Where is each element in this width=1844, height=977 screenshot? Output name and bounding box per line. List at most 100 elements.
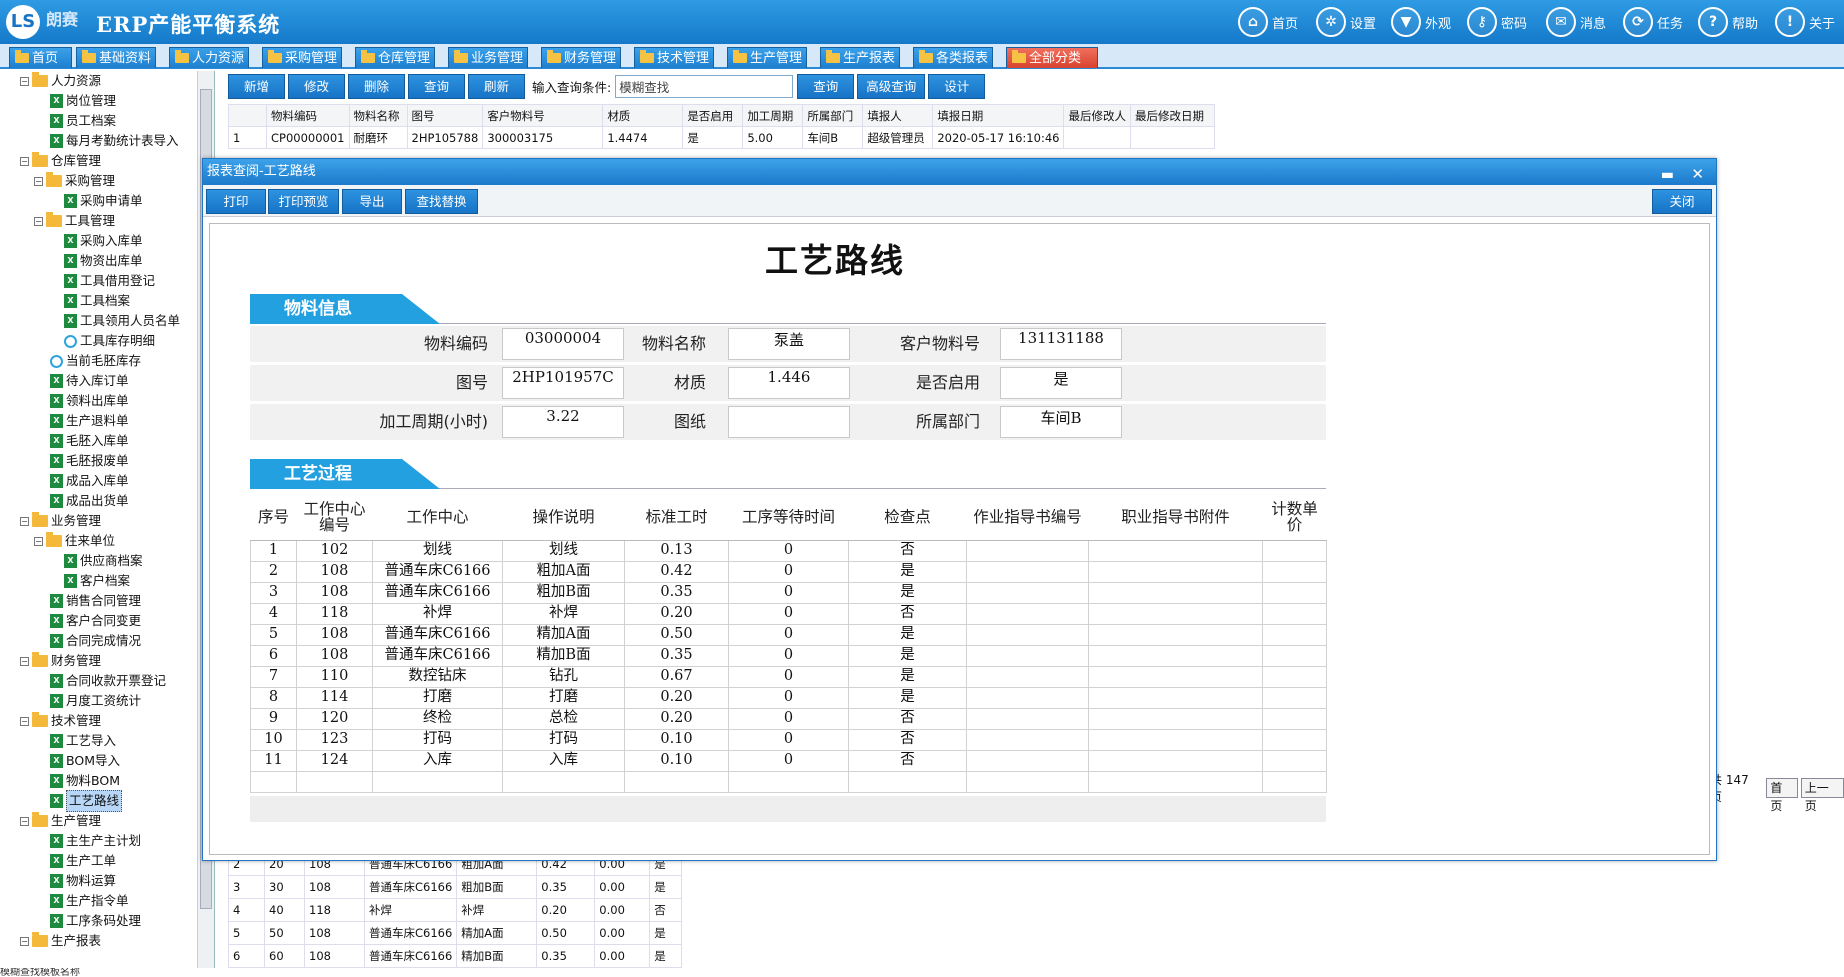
- top-action-4[interactable]: ✉ 消息: [1546, 6, 1606, 38]
- table-row[interactable]: [250, 770, 1327, 793]
- table-row[interactable]: 9 120 终检 总检 0.20 0 否: [250, 707, 1327, 730]
- collapse-icon[interactable]: −: [34, 216, 43, 226]
- tree-item[interactable]: X 客户合同变更: [50, 611, 141, 631]
- table-header[interactable]: 材质: [602, 104, 684, 127]
- collapse-icon[interactable]: −: [20, 156, 29, 166]
- dialog-tool-button-3[interactable]: 查找替换: [405, 189, 478, 214]
- menu-tab-11[interactable]: 全部分类: [1006, 47, 1098, 68]
- tree-item[interactable]: X 工具档案: [64, 291, 130, 311]
- tree-item[interactable]: X 销售合同管理: [50, 591, 141, 611]
- table-header[interactable]: 客户物料号: [482, 104, 604, 127]
- table-row[interactable]: 10 123 打码 打码 0.10 0 否: [250, 728, 1327, 751]
- tree-item[interactable]: X 月度工资统计: [50, 691, 141, 711]
- table-header[interactable]: 所属部门: [802, 104, 864, 127]
- tree-item[interactable]: − 生产报表: [20, 931, 101, 951]
- tree-item[interactable]: X 工具领用人员名单: [64, 311, 180, 331]
- tree-item[interactable]: − 工具管理: [34, 211, 115, 231]
- table-row[interactable]: 5 108 普通车床C6166 精加A面 0.50 0 是: [250, 623, 1327, 646]
- tree-item[interactable]: X 采购申请单: [64, 191, 143, 211]
- table-header[interactable]: 物料编码: [266, 104, 350, 127]
- table-header[interactable]: 图号: [406, 104, 484, 127]
- table-header[interactable]: [228, 104, 267, 127]
- tree-item[interactable]: X 成品入库单: [50, 471, 129, 491]
- table-row[interactable]: 1 CP00000001 耐磨环 2HP105788 300003175 1.4474 是 5…: [228, 126, 1215, 149]
- table-header[interactable]: 最后修改日期: [1129, 104, 1215, 127]
- tree-item[interactable]: − 人力资源: [20, 71, 101, 91]
- menu-tab-9[interactable]: 生产报表: [820, 47, 900, 68]
- table-header[interactable]: 是否启用: [682, 104, 744, 127]
- table-row[interactable]: 2 108 普通车床C6166 粗加A面 0.42 0 是: [250, 560, 1327, 583]
- tree-item[interactable]: X 合同完成情况: [50, 631, 141, 651]
- dialog-tool-button-2[interactable]: 导出: [342, 189, 402, 214]
- tree-item[interactable]: X 物资出库单: [64, 251, 143, 271]
- tree-item[interactable]: X 供应商档案: [64, 551, 143, 571]
- tree-item[interactable]: − 采购管理: [34, 171, 115, 191]
- menu-tab-3[interactable]: 采购管理: [262, 47, 342, 68]
- close-icon[interactable]: ✕: [1691, 161, 1704, 187]
- table-row[interactable]: 7 110 数控钻床 钻孔 0.67 0 是: [250, 665, 1327, 688]
- table-row[interactable]: 11 124 入库 入库 0.10 0 否: [250, 749, 1327, 772]
- prev-page-button[interactable]: 上一页: [1800, 778, 1844, 813]
- tree-item[interactable]: 工具库存明细: [64, 331, 155, 351]
- table-header[interactable]: 填报日期: [932, 104, 1065, 127]
- top-action-6[interactable]: ? 帮助: [1698, 6, 1758, 38]
- collapse-icon[interactable]: −: [20, 76, 29, 86]
- menu-tab-5[interactable]: 业务管理: [448, 47, 528, 68]
- tree-item[interactable]: 当前毛胚库存: [50, 351, 141, 371]
- menu-tab-6[interactable]: 财务管理: [541, 47, 621, 68]
- menu-tab-10[interactable]: 各类报表: [913, 47, 993, 68]
- collapse-icon[interactable]: −: [34, 176, 43, 186]
- tree-item[interactable]: X 工具借用登记: [64, 271, 155, 291]
- table-header[interactable]: 最后修改人: [1063, 104, 1131, 127]
- tree-item[interactable]: X 生产退料单: [50, 411, 129, 431]
- search-input[interactable]: [615, 75, 794, 98]
- tree-item[interactable]: X 合同收款开票登记: [50, 671, 166, 691]
- toolbar-button-3[interactable]: 查询: [408, 74, 465, 99]
- tree-item[interactable]: X 每月考勤统计表导入: [50, 131, 179, 151]
- table-row[interactable]: 4 118 补焊 补焊 0.20 0 否: [250, 602, 1327, 625]
- tree-item[interactable]: X 毛胚入库单: [50, 431, 129, 451]
- tree-item[interactable]: − 仓库管理: [20, 151, 101, 171]
- top-action-0[interactable]: ⌂ 首页: [1238, 6, 1298, 38]
- tree-item[interactable]: − 业务管理: [20, 511, 101, 531]
- table-row[interactable]: 8 114 打磨 打磨 0.20 0 是: [250, 686, 1327, 709]
- collapse-icon[interactable]: −: [20, 656, 29, 666]
- tree-item[interactable]: − 往来单位: [34, 531, 115, 551]
- tree-item[interactable]: X 员工档案: [50, 111, 116, 131]
- toolbar-right-button-0[interactable]: 查询: [797, 74, 855, 99]
- tree-item[interactable]: − 生产管理: [20, 811, 101, 831]
- menu-tab-4[interactable]: 仓库管理: [355, 47, 435, 68]
- collapse-icon[interactable]: −: [20, 516, 29, 526]
- collapse-icon[interactable]: −: [20, 936, 29, 946]
- toolbar-button-2[interactable]: 删除: [348, 74, 405, 99]
- table-row[interactable]: 1 102 划线 划线 0.13 0 否: [250, 539, 1327, 562]
- table-row[interactable]: 6 60 108 普通车床C6166 精加B面 0.35 0.00 是: [228, 944, 683, 968]
- menu-tab-2[interactable]: 人力资源: [169, 47, 249, 68]
- tree-item[interactable]: X 工艺路线: [50, 790, 123, 812]
- tree-item[interactable]: X 生产工单: [50, 851, 116, 871]
- tree-item[interactable]: X 采购入库单: [64, 231, 143, 251]
- first-page-button[interactable]: 首页: [1766, 778, 1798, 813]
- toolbar-button-0[interactable]: 新增: [228, 74, 285, 99]
- table-header[interactable]: 加工周期: [742, 104, 804, 127]
- tree-item[interactable]: X 岗位管理: [50, 91, 116, 111]
- table-row[interactable]: 4 40 118 补焊 补焊 0.20 0.00 否: [228, 898, 683, 922]
- tree-item[interactable]: X 工艺导入: [50, 731, 116, 751]
- tree-item[interactable]: X 主生产主计划: [50, 831, 141, 851]
- toolbar-right-button-1[interactable]: 高级查询: [857, 74, 926, 99]
- toolbar-button-1[interactable]: 修改: [288, 74, 345, 99]
- menu-tab-7[interactable]: 技术管理: [634, 47, 714, 68]
- menu-tab-8[interactable]: 生产管理: [727, 47, 807, 68]
- tree-item[interactable]: X BOM导入: [50, 751, 120, 771]
- tree-item[interactable]: X 待入库订单: [50, 371, 129, 391]
- top-action-1[interactable]: ✲ 设置: [1316, 6, 1376, 38]
- table-header[interactable]: 物料名称: [348, 104, 408, 127]
- collapse-icon[interactable]: −: [34, 536, 43, 546]
- collapse-icon[interactable]: −: [20, 816, 29, 826]
- menu-tab-0[interactable]: 首页: [9, 47, 72, 68]
- dialog-tool-button-1[interactable]: 打印预览: [268, 189, 339, 214]
- tree-item[interactable]: X 成品出货单: [50, 491, 129, 511]
- tree-item[interactable]: X 生产指令单: [50, 891, 129, 911]
- top-action-3[interactable]: ⚷ 密码: [1467, 6, 1527, 38]
- tree-item[interactable]: X 物料运算: [50, 871, 116, 891]
